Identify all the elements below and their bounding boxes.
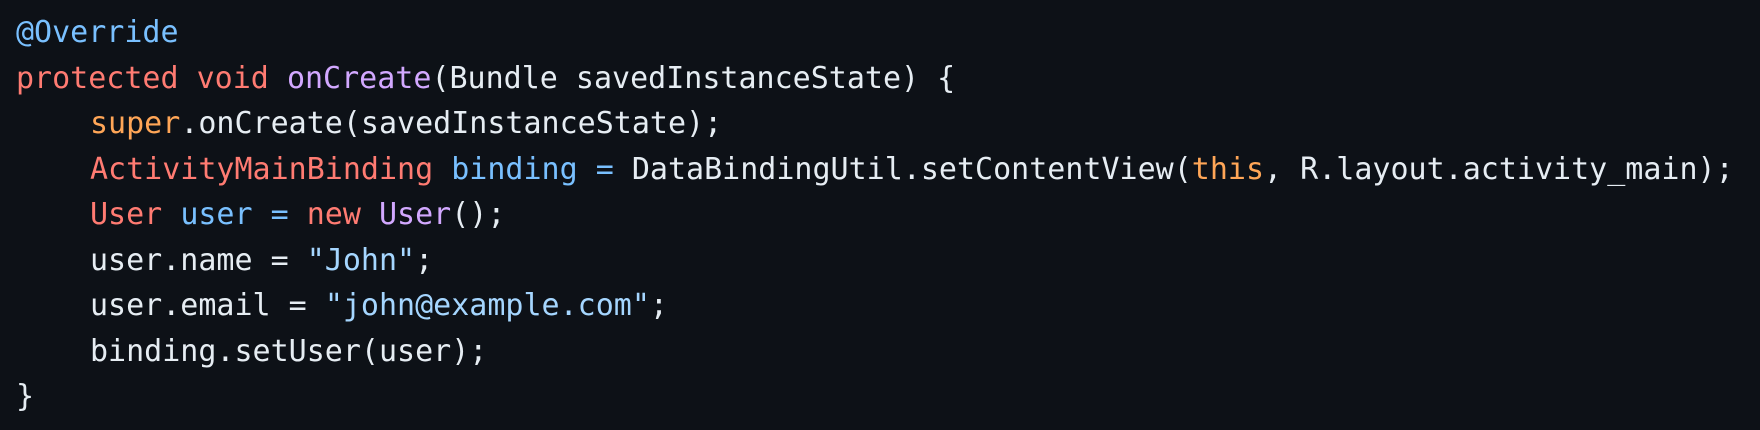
code-line-4: ActivityMainBinding binding = DataBindin… [16, 147, 1760, 193]
code-line-5: User user = new User(); [16, 192, 1760, 238]
closing-brace: } [16, 379, 35, 414]
code-line-7: user.email = "john@example.com"; [16, 283, 1760, 329]
string-literal-name: "John" [306, 242, 416, 278]
keyword-protected: protected [16, 60, 179, 96]
semicolon: ; [415, 242, 434, 278]
assign-operator: = [270, 197, 289, 232]
type-user: User [90, 197, 163, 232]
var-user: user [180, 197, 253, 232]
keyword-void: void [196, 60, 269, 96]
code-line-3: super.onCreate(savedInstanceState); [16, 101, 1760, 147]
code-line-6: user.name = "John"; [16, 238, 1760, 284]
type-binding: ActivityMainBinding [90, 151, 434, 187]
semicolon: ; [649, 288, 668, 323]
constructor-args: (); [451, 197, 506, 232]
annotation-token: @Override [16, 15, 179, 50]
set-user-call: binding.setUser(user); [90, 333, 488, 369]
layout-arg: , R.layout.activity_main); [1264, 151, 1734, 187]
code-line-2: protected void onCreate(Bundle savedInst… [16, 56, 1760, 102]
string-literal-email: "john@example.com" [324, 288, 650, 323]
var-binding: binding [451, 151, 578, 187]
keyword-super: super [90, 106, 181, 141]
code-editor: @Override protected void onCreate(Bundle… [0, 0, 1760, 430]
super-call: .onCreate(savedInstanceState); [180, 106, 723, 141]
code-line-1: @Override [16, 10, 1760, 56]
keyword-this: this [1191, 151, 1265, 187]
constructor-user: User [379, 197, 452, 232]
set-content-view-call: DataBindingUtil.setContentView( [631, 151, 1192, 187]
keyword-new: new [306, 197, 361, 232]
method-params: (Bundle savedInstanceState) { [431, 60, 956, 96]
assign-name: user.name = [90, 242, 307, 278]
method-name: onCreate [286, 60, 432, 96]
code-line-9: } [16, 374, 1760, 420]
assign-operator: = [595, 151, 614, 187]
code-line-8: binding.setUser(user); [16, 329, 1760, 375]
assign-email: user.email = [90, 288, 325, 323]
